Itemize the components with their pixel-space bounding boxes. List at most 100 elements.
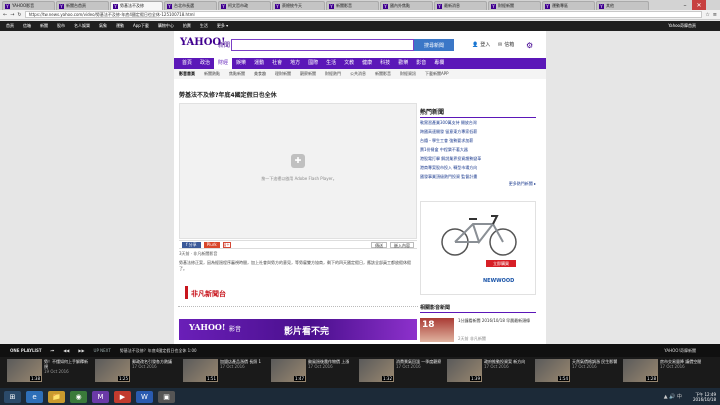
playlist-item[interactable]: 1:25 郵政改名引發各方熱議 17 Oct 2016 [95, 359, 178, 383]
media-player-icon[interactable]: ▶ [114, 390, 131, 403]
ie-icon[interactable]: e [26, 390, 43, 403]
nav-news[interactable]: 新聞 [40, 23, 48, 29]
hot-news-link[interactable]: 港股電打擊 解說業界投資趨勢變革 [420, 154, 536, 163]
playlist-item[interactable]: 1:39 政府推動投資案 新方向 17 Oct 2016 [447, 359, 530, 383]
category-tab[interactable]: 社會 [268, 58, 286, 69]
reload-icon[interactable]: ↻ [17, 12, 21, 18]
hot-news-link[interactable]: 台鐵・學生工會 強勢要求加薪 [420, 136, 536, 145]
nav-home[interactable]: 首頁 [6, 23, 14, 29]
sub-nav-item[interactable]: 焦點新聞 [229, 71, 245, 77]
browser-tab[interactable]: Y 最新消息 [434, 1, 487, 10]
search-news-button[interactable]: 搜尋新聞 [414, 39, 454, 51]
hot-news-link[interactable]: 軟實習產業300萬支持 開放台灣 [420, 118, 536, 127]
embed-button[interactable]: 嵌入內容 [390, 241, 414, 248]
browser-tab[interactable]: Y 財經新聞 [488, 1, 541, 10]
plurk-share-button[interactable]: Plurk [203, 241, 220, 248]
nav-life[interactable]: 生活 [200, 23, 208, 29]
browser-tab[interactable]: Y 運動專區 [542, 1, 595, 10]
browser-tab[interactable]: Y 其他 [596, 1, 649, 10]
google-plus-share-button[interactable]: g+ [222, 241, 231, 248]
sub-nav-item[interactable]: 公共消息 [350, 71, 366, 77]
buy-now-button[interactable]: 立即購買 [486, 260, 516, 267]
forward-icon[interactable]: → [10, 12, 14, 18]
browser-tab[interactable]: Y 國內外焦點 [380, 1, 433, 10]
clock[interactable]: 下午 12:49 2016/10/18 [693, 392, 716, 402]
system-tray[interactable]: ▲ 🔊 中 [664, 393, 682, 400]
browser-tab[interactable]: Y 柯文哲市政 [218, 1, 271, 10]
mail-link[interactable]: ✉ 信箱 [498, 41, 514, 49]
flash-enable-message[interactable]: 按一下這裡以啟用 Adobe Flash Player。 [180, 176, 418, 182]
category-tab[interactable]: 娛樂 [232, 58, 250, 69]
category-tab[interactable]: 歡樂 [394, 58, 412, 69]
fast-forward-icon[interactable]: ▶▶ [78, 348, 84, 353]
partner-logo[interactable]: 非凡新聞台 [191, 289, 226, 299]
close-icon[interactable]: ✕ [692, 0, 706, 10]
nav-auction[interactable]: 拍賣 [183, 23, 191, 29]
category-tab[interactable]: 運動 [250, 58, 268, 69]
file-explorer-icon[interactable]: 📁 [48, 390, 65, 403]
yahoo-video-banner[interactable]: YAHOO! 影音 影片看不完 [179, 319, 417, 340]
browser-tab[interactable]: Y 台北市長選 [164, 1, 217, 10]
sub-nav-item[interactable]: 新聞影音 [375, 71, 391, 77]
nav-shopping[interactable]: 購物中心 [158, 23, 174, 29]
browser-tab[interactable]: Y YAHOO影音 [2, 1, 55, 10]
related-video-item[interactable]: 18 1分鐘看新聞 2016/10/18 早晨最新頭條 2天前 非凡新聞 [420, 318, 536, 342]
sub-nav-item[interactable]: 財經熱門 [325, 71, 341, 77]
nav-more[interactable]: 更多 ▾ [217, 23, 228, 29]
rewind-icon[interactable]: ◀◀ [63, 348, 69, 353]
sub-nav-item[interactable]: 下載新聞APP [425, 71, 449, 77]
category-tab[interactable]: 地方 [286, 58, 304, 69]
sub-nav-item[interactable]: 影音首頁 [179, 71, 195, 77]
facebook-share-button[interactable]: f 分享 [182, 241, 201, 248]
app-window-icon[interactable]: ▣ [158, 390, 175, 403]
category-tab[interactable]: 健康 [358, 58, 376, 69]
category-tab-active[interactable]: 財經 [214, 58, 233, 69]
category-tab[interactable]: 文教 [340, 58, 358, 69]
category-tab[interactable]: 首頁 [178, 58, 196, 69]
category-tab[interactable]: 專欄 [430, 58, 448, 69]
browser-tab[interactable]: Y 蔡總統今天 [272, 1, 325, 10]
sub-nav-item[interactable]: 新聞熱點 [204, 71, 220, 77]
browser-tab-active[interactable]: Y 勞基法不及修 [110, 1, 163, 10]
hot-news-link[interactable]: 跨國高速開發 留意東方專家低薪 [420, 127, 536, 136]
start-button-icon[interactable]: ⊞ [4, 390, 21, 403]
sub-nav-item[interactable]: 美食趣 [254, 71, 266, 77]
search-input[interactable] [231, 39, 414, 51]
nav-yahoo-home[interactable]: Yahoo奇摩首頁 [668, 23, 696, 29]
category-tab[interactable]: 影音 [412, 58, 430, 69]
chrome-icon[interactable]: ◉ [70, 390, 87, 403]
playlist-yahoo-logo[interactable]: YAHOO!奇摩新聞 [664, 348, 696, 354]
url-input[interactable]: https://tw.news.yahoo.com/video/勞基法不及修-年… [24, 11, 703, 18]
nav-weather[interactable]: 氣象 [99, 23, 107, 29]
more-hot-news-link[interactable]: 更多熱門新聞 ▸ [420, 181, 536, 187]
nav-celebrity[interactable]: 名人娛樂 [74, 23, 90, 29]
browser-tab[interactable]: Y 新聞影音 [326, 1, 379, 10]
category-tab[interactable]: 科技 [376, 58, 394, 69]
bookmark-star-icon[interactable]: ☆ [705, 12, 709, 18]
nav-mail[interactable]: 信箱 [23, 23, 31, 29]
video-player[interactable]: ✚ 按一下這裡以啟用 Adobe Flash Player。 [179, 103, 417, 239]
sub-nav-item[interactable]: 財經資訊 [400, 71, 416, 77]
playlist-item[interactable]: 1:54 天然氣價格調漲 民生影響 17 Oct 2016 [535, 359, 618, 383]
bicycle-ad[interactable]: 立即購買 NEWWOOD [420, 201, 536, 295]
playlist-item[interactable]: 1:51 加盟店產品漲價 長照 1 17 Oct 2016 [183, 359, 266, 383]
category-tab[interactable]: 國際 [304, 58, 322, 69]
email-button[interactable]: 傳送 [371, 241, 387, 248]
back-icon[interactable]: ← [3, 12, 7, 18]
hot-news-link[interactable]: 港商專案股市投入 轉型市場方向 [420, 163, 536, 172]
prev-icon[interactable]: ⏮ [51, 348, 55, 353]
login-link[interactable]: 👤 登入 [472, 41, 490, 49]
up-next-title[interactable]: 勞基法不及修？年底4國定假日也全休 1:00 [120, 348, 197, 354]
settings-gear-icon[interactable]: ⚙ [526, 41, 533, 50]
category-tab[interactable]: 生活 [322, 58, 340, 69]
nav-sports[interactable]: 運動 [116, 23, 124, 29]
playlist-item[interactable]: 1:28 房市交易量降 議價空間 17 Oct 2016 [623, 359, 706, 383]
mail-app-icon[interactable]: M [92, 390, 109, 403]
hot-news-link[interactable]: 賣1份餐盒 中程樂不著大器 [420, 145, 536, 154]
sub-nav-item[interactable]: 理財新聞 [275, 71, 291, 77]
word-icon[interactable]: W [136, 390, 153, 403]
nav-stock[interactable]: 股市 [57, 23, 65, 29]
minimize-icon[interactable]: – [678, 0, 692, 10]
playlist-item[interactable]: 1:47 颱風過後農作物價 上漲 17 Oct 2016 [271, 359, 354, 383]
hot-news-link[interactable]: 國發事業頂級熱門投資 監督計畫 [420, 172, 536, 181]
